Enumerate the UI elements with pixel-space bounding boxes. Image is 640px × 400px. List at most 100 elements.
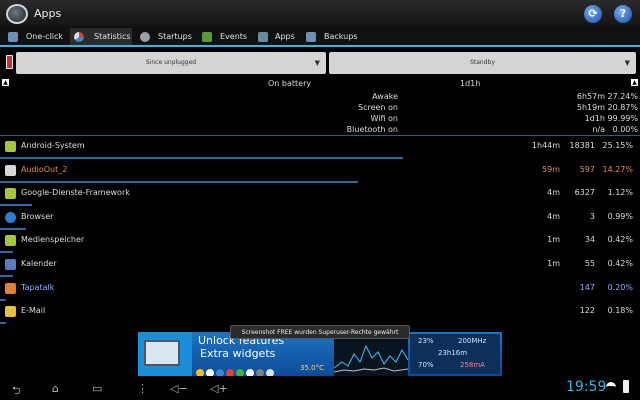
summary-pct: 99.99%	[607, 114, 638, 123]
ad-freq: 200MHz	[458, 337, 487, 345]
tab-statistics[interactable]: Statistics	[70, 28, 132, 45]
tab-apps[interactable]: Apps	[254, 28, 298, 45]
app-name: Browser	[21, 212, 54, 221]
android-icon	[5, 188, 16, 199]
summary-pct: 27.24%	[607, 92, 638, 101]
status-clock: 19:59	[566, 379, 607, 395]
backup-icon	[306, 32, 316, 42]
ad-current: 258mA	[460, 361, 485, 369]
summary-label: Screen on	[357, 103, 398, 112]
audio-icon	[5, 165, 16, 176]
app-name: Kalender	[21, 259, 57, 268]
wifi-icon	[606, 382, 616, 392]
app-name: Tapatalk	[21, 283, 55, 292]
gear-icon	[140, 32, 150, 42]
battery-duration: 1d1h	[460, 79, 481, 88]
app-time: 1m	[547, 235, 560, 244]
app-time: 1h44m	[531, 141, 560, 150]
tab-startups[interactable]: Startups	[136, 28, 196, 45]
battery-status-icon	[623, 380, 629, 393]
usage-bar	[0, 204, 32, 206]
list-item[interactable]: Browser 4m 3 0.99%	[0, 207, 640, 230]
recents-icon[interactable]: ▭	[92, 382, 102, 395]
tab-indicator	[0, 45, 640, 47]
tab-label: Apps	[275, 32, 295, 41]
home-icon[interactable]: ⌂	[52, 382, 59, 395]
app-name: Google-Dienste-Framework	[21, 188, 130, 197]
menu-icon[interactable]: ⋮	[137, 382, 148, 395]
list-item[interactable]: Kalender 1m 55 0.42%	[0, 254, 640, 277]
app-pct: 0.42%	[607, 259, 633, 268]
app-pct: 25.15%	[602, 141, 633, 150]
volume-up-icon[interactable]: ◁+	[210, 382, 228, 395]
app-name: Android-System	[21, 141, 85, 150]
tab-events[interactable]: Events	[198, 28, 250, 45]
list-item[interactable]: Medienspeicher 1m 34 0.42%	[0, 230, 640, 253]
summary-label: Wifi on	[370, 114, 398, 123]
mail-icon	[5, 306, 16, 317]
since-spinner[interactable]: Since unplugged ▼	[16, 52, 326, 74]
app-time: 4m	[547, 188, 560, 197]
scroll-up-icon[interactable]: ▲	[2, 79, 9, 86]
list-item[interactable]: Tapatalk 147 0.20%	[0, 278, 640, 301]
since-spinner-label: Since unplugged	[145, 59, 197, 66]
stat-type-spinner[interactable]: Standby ▼	[329, 52, 636, 74]
lightning-icon	[8, 32, 18, 42]
android-icon	[202, 32, 212, 42]
battery-status: On battery	[268, 79, 312, 88]
android-icon	[5, 141, 16, 152]
tab-backups[interactable]: Backups	[302, 28, 360, 45]
calendar-icon	[5, 259, 16, 270]
android-icon	[258, 32, 268, 42]
pie-icon	[74, 32, 84, 42]
usage-bar	[0, 157, 403, 159]
system-nav-bar: ⮌ ⌂ ▭ ⋮ ◁− ◁+ 19:59	[0, 376, 640, 400]
summary-pct: 20.87%	[607, 103, 638, 112]
ad-mem-pct: 70%	[418, 361, 434, 369]
ad-temp: 35.0°C	[300, 364, 324, 372]
list-item[interactable]: AudioOut_2 59m 597 14.27%	[0, 160, 640, 183]
dropdown-arrow-icon: ▼	[314, 59, 320, 67]
ad-widget-icons	[196, 362, 306, 376]
app-time: 59m	[542, 165, 560, 174]
app-name: E-Mail	[21, 306, 46, 315]
summary-label: Awake	[372, 92, 398, 101]
app-count: 18381	[569, 141, 595, 150]
volume-down-icon[interactable]: ◁−	[170, 382, 188, 395]
app-count: 6327	[574, 188, 595, 197]
app-time: 4m	[547, 212, 560, 221]
globe-icon	[5, 212, 16, 223]
tab-label: Statistics	[94, 32, 131, 41]
usage-bar	[0, 275, 13, 277]
tab-label: One-click	[26, 32, 64, 41]
app-title: Apps	[34, 7, 62, 20]
ad-line2: Extra widgets	[200, 347, 276, 360]
list-item[interactable]: Android-System 1h44m 18381 25.15%	[0, 136, 640, 159]
app-pct: 14.27%	[602, 165, 633, 174]
battery-icon	[6, 55, 13, 69]
list-item[interactable]: Google-Dienste-Framework 4m 6327 1.12%	[0, 183, 640, 206]
dropdown-arrow-icon: ▼	[624, 59, 630, 67]
refresh-icon[interactable]: ⟳	[584, 5, 602, 23]
usage-bar	[0, 322, 6, 324]
app-count: 147	[579, 283, 595, 292]
app-logo-icon[interactable]	[6, 4, 28, 24]
app-pct: 0.18%	[607, 306, 633, 315]
app-count: 3	[589, 212, 595, 221]
action-bar: Apps ⟳ ?	[0, 0, 640, 28]
ad-stats-panel: 23% 200MHz 23h16m 70% 258mA	[410, 334, 500, 374]
app-pct: 1.12%	[607, 188, 633, 197]
app-name: Medienspeicher	[21, 235, 85, 244]
ad-uptime: 23h16m	[438, 349, 468, 357]
tab-bar: One-click Statistics Startups Events App…	[0, 28, 640, 46]
summary-label: Bluetooth on	[346, 125, 398, 134]
list-item[interactable]: E-Mail 122 0.18%	[0, 301, 640, 324]
tab-one-click[interactable]: One-click	[4, 28, 66, 45]
scroll-up-icon[interactable]: ▲	[631, 79, 638, 86]
help-icon[interactable]: ?	[614, 5, 632, 23]
app-count: 55	[584, 259, 595, 268]
back-icon[interactable]: ⮌	[12, 382, 21, 400]
tab-label: Startups	[158, 32, 192, 41]
ad-monitor-image	[138, 332, 192, 376]
app-pct: 0.99%	[607, 212, 633, 221]
